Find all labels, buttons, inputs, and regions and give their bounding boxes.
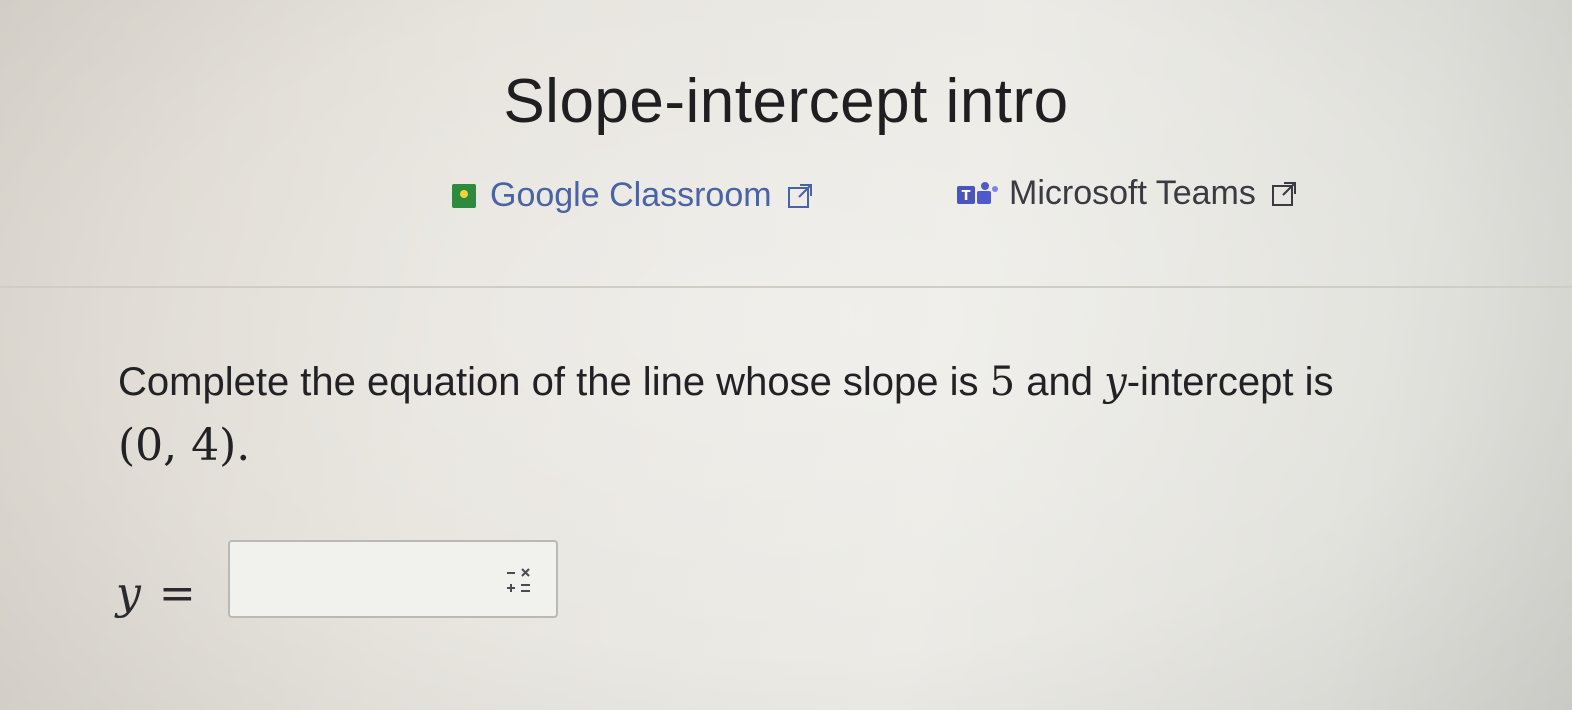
question-suffix: -intercept is bbox=[1126, 360, 1334, 404]
google-classroom-label: Google Classroom bbox=[490, 176, 772, 214]
math-keypad-icon[interactable] bbox=[504, 564, 534, 598]
equation-label: y = bbox=[116, 568, 196, 619]
svg-text:T: T bbox=[962, 189, 971, 204]
page-title: Slope-intercept intro bbox=[503, 67, 1069, 136]
slope-value: 5 bbox=[989, 359, 1016, 405]
section-divider bbox=[0, 286, 1572, 288]
microsoft-teams-icon: T bbox=[957, 181, 998, 204]
intercept-point: (0, 4). bbox=[118, 416, 1548, 476]
equals-sign: = bbox=[158, 568, 196, 619]
intercept-point-value: (0, 4) bbox=[118, 420, 237, 471]
question-prefix: Complete the equation of the line whose … bbox=[118, 360, 979, 404]
microsoft-teams-label: Microsoft Teams bbox=[1009, 174, 1256, 212]
google-classroom-icon bbox=[452, 183, 476, 208]
question-period: . bbox=[236, 420, 251, 471]
external-link-icon bbox=[1271, 181, 1296, 206]
y-variable: y bbox=[1104, 359, 1127, 405]
question-text: Complete the equation of the line whose … bbox=[118, 352, 1548, 476]
microsoft-teams-link[interactable]: T Microsoft Teams bbox=[955, 174, 1298, 213]
external-link-icon bbox=[787, 183, 812, 208]
equation-lhs: y bbox=[116, 568, 141, 619]
question-middle: and bbox=[1026, 360, 1093, 404]
google-classroom-link[interactable]: Google Classroom bbox=[452, 176, 814, 215]
answer-input-box[interactable] bbox=[228, 540, 558, 618]
